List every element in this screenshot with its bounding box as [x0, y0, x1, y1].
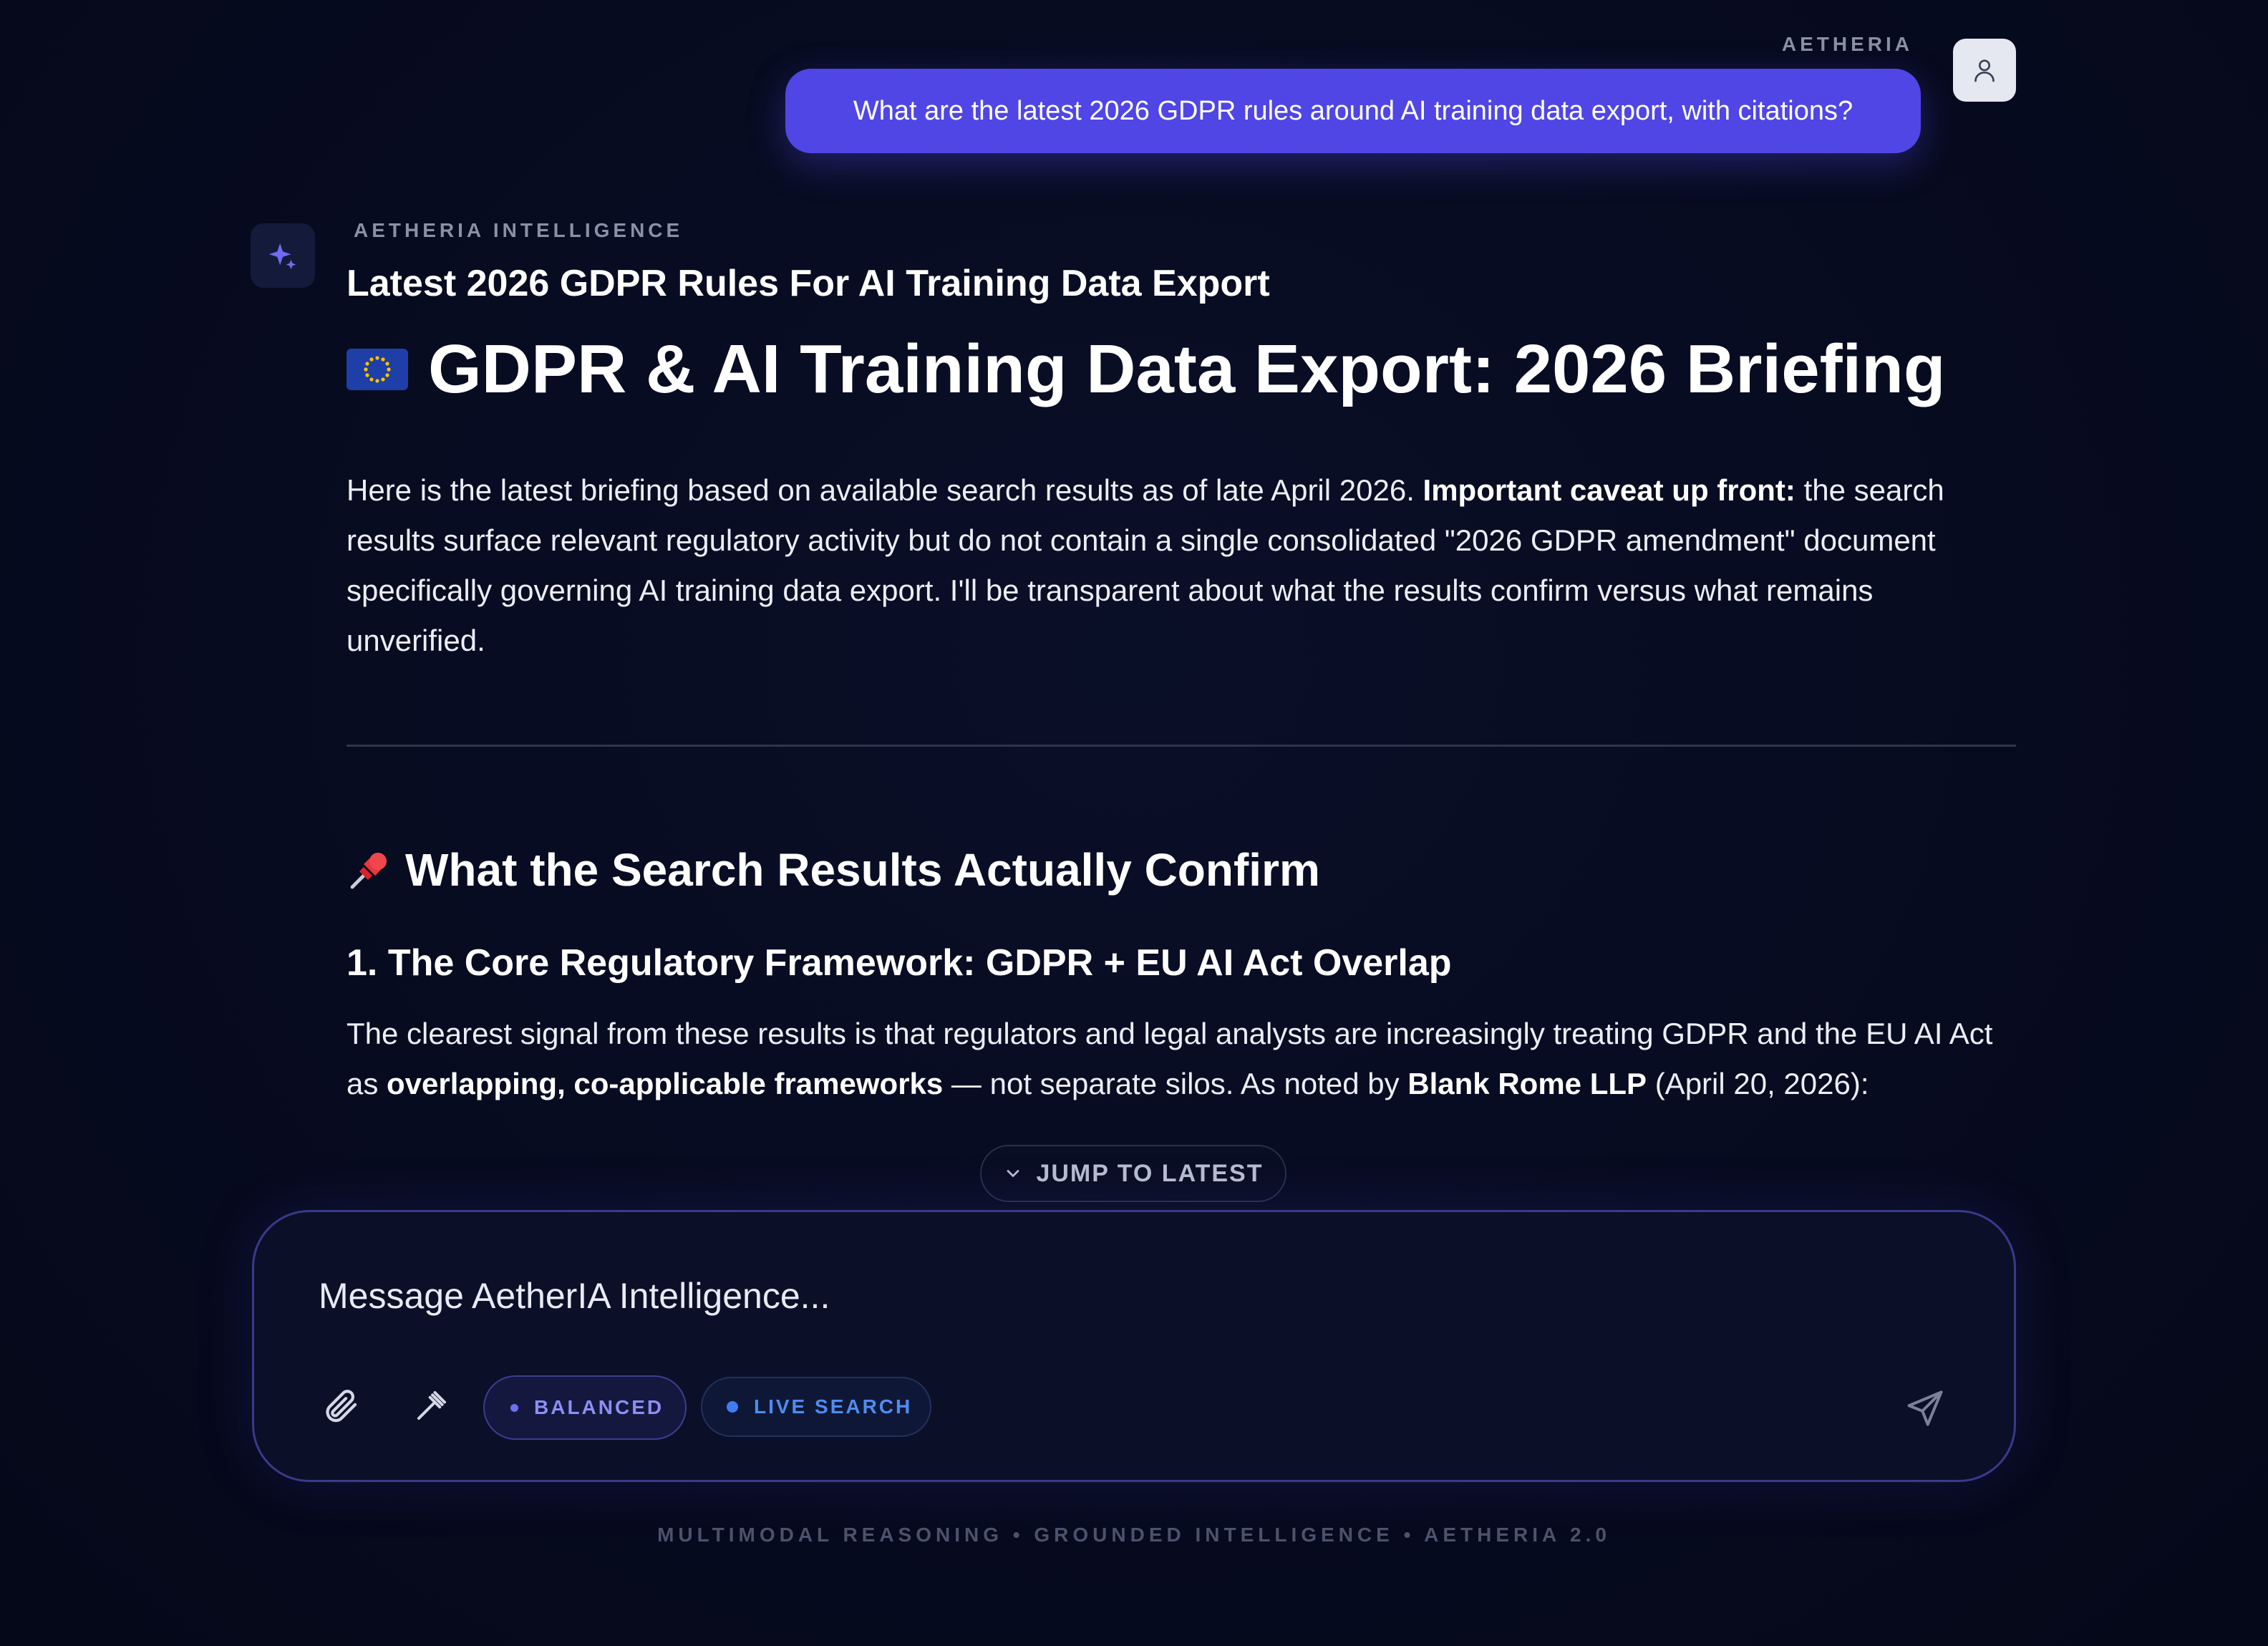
- assistant-message-content: Latest 2026 GDPR Rules For AI Training D…: [346, 255, 2016, 1120]
- chat-page: AETHERIA What are the latest 2026 GDPR r…: [0, 0, 2268, 1646]
- attach-button[interactable]: [314, 1380, 366, 1431]
- section-heading-text: What the Search Results Actually Confirm: [405, 844, 1320, 896]
- jump-to-latest-button[interactable]: JUMP TO LATEST: [980, 1145, 1286, 1202]
- user-avatar[interactable]: [1953, 39, 2016, 102]
- para-text-2: — not separate silos. As noted by: [943, 1067, 1408, 1100]
- footer-tagline: MULTIMODAL REASONING • GROUNDED INTELLIG…: [657, 1524, 1611, 1546]
- response-title: GDPR & AI Training Data Export: 2026 Bri…: [346, 326, 2016, 412]
- intro-caveat: Important caveat up front:: [1423, 473, 1796, 507]
- sparkle-icon: [268, 243, 296, 270]
- gavel-icon: [417, 1390, 447, 1420]
- para-bold-frameworks: overlapping, co-applicable frameworks: [387, 1067, 944, 1100]
- paperclip-icon: [326, 1390, 357, 1423]
- chevron-down-icon: [1007, 1170, 1019, 1177]
- assistant-avatar: [251, 223, 315, 288]
- section-divider: [346, 745, 2016, 747]
- para-text-3: (April 20, 2026):: [1647, 1067, 1869, 1100]
- jump-to-latest-label: JUMP TO LATEST: [1036, 1159, 1264, 1187]
- response-title-text: GDPR & AI Training Data Export: 2026 Bri…: [428, 331, 1946, 407]
- reasoning-mode-pill[interactable]: BALANCED: [483, 1375, 687, 1440]
- mode-dot: [510, 1403, 518, 1412]
- message-input[interactable]: [317, 1274, 1895, 1318]
- send-button[interactable]: [1898, 1381, 1952, 1436]
- intro-paragraph: Here is the latest briefing based on ava…: [346, 465, 2016, 666]
- reasoning-mode-label: BALANCED: [534, 1396, 664, 1418]
- tools-button[interactable]: [406, 1380, 457, 1431]
- assistant-label: AETHERIA INTELLIGENCE: [354, 219, 684, 241]
- eu-flag-icon: [346, 349, 408, 390]
- subsection-heading: 1. The Core Regulatory Framework: GDPR +…: [346, 942, 1452, 984]
- send-icon: [1907, 1390, 1943, 1426]
- para-bold-source: Blank Rome LLP: [1407, 1067, 1647, 1100]
- user-message-bubble: What are the latest 2026 GDPR rules arou…: [785, 69, 1921, 153]
- intro-text: Here is the latest briefing based on ava…: [346, 473, 1423, 507]
- user-icon: [1974, 59, 1995, 82]
- pushpin-icon: [350, 853, 387, 889]
- body-paragraph: The clearest signal from these results i…: [346, 1009, 2016, 1109]
- section-heading: What the Search Results Actually Confirm: [346, 834, 2016, 906]
- live-search-label: LIVE SEARCH: [754, 1395, 913, 1418]
- user-label: AETHERIA: [1781, 33, 1913, 55]
- message-composer: BALANCED LIVE SEARCH: [252, 1210, 2016, 1482]
- response-subtitle: Latest 2026 GDPR Rules For AI Training D…: [346, 263, 1270, 304]
- live-search-dot: [727, 1401, 738, 1413]
- live-search-pill[interactable]: LIVE SEARCH: [701, 1377, 931, 1437]
